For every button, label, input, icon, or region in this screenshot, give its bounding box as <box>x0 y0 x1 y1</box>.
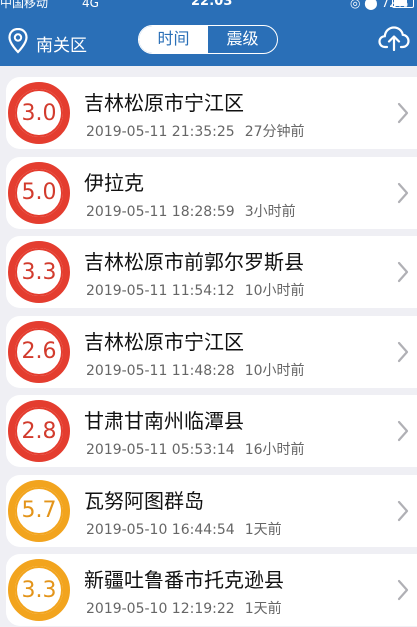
location-pin-icon[interactable] <box>8 28 28 54</box>
quake-datetime: 2019-05-11 11:48:28 <box>86 362 235 379</box>
carrier-label: 中国移动 <box>0 0 49 10</box>
region-label[interactable]: 南关区 <box>36 31 87 56</box>
chevron-right-icon <box>397 500 409 521</box>
location-name: 新疆吐鲁番市托克逊县 <box>84 568 284 592</box>
quake-meta: 2019-05-11 18:28:59 3小时前 <box>86 201 296 221</box>
clock: 22:03 <box>191 0 233 9</box>
quake-datetime: 2019-05-10 12:19:22 <box>86 601 235 617</box>
magnitude-badge: 3.3 <box>8 559 70 621</box>
quake-datetime: 2019-05-11 11:54:12 <box>86 283 235 299</box>
quake-datetime: 2019-05-11 18:28:59 <box>86 203 235 220</box>
battery-level <box>394 0 407 6</box>
quake-time-ago: 16小时前 <box>244 442 305 458</box>
earthquake-row[interactable]: 3.0 吉林松原市宁江区 2019-05-11 21:35:25 27分钟前 <box>6 77 417 149</box>
status-bar: 中国移动 4G 22:03 ◎ ⬤ 72% <box>0 0 417 14</box>
tab-time[interactable]: 时间 <box>139 26 208 53</box>
quake-meta: 2019-05-10 16:44:54 1天前 <box>86 519 282 539</box>
quake-datetime: 2019-05-11 21:35:25 <box>86 124 235 140</box>
sort-segmented-control: 时间 震级 <box>138 25 278 54</box>
quake-time-ago: 1天前 <box>244 521 282 538</box>
tab-magnitude[interactable]: 震级 <box>208 26 277 53</box>
location-name: 伊拉克 <box>84 170 144 195</box>
chevron-right-icon <box>397 261 409 283</box>
magnitude-value: 5.7 <box>15 486 63 535</box>
quake-meta: 2019-05-10 12:19:22 1天前 <box>86 598 282 618</box>
magnitude-value: 3.3 <box>15 248 63 296</box>
location-name: 吉林松原市前郭尔罗斯县 <box>84 250 304 274</box>
quake-time-ago: 27分钟前 <box>244 124 305 140</box>
magnitude-value: 3.0 <box>15 89 63 137</box>
chevron-right-icon <box>397 420 409 442</box>
magnitude-value: 5.0 <box>15 168 63 217</box>
app-header: 中国移动 4G 22:03 ◎ ⬤ 72% 南关区 时间 震级 <box>0 0 417 66</box>
magnitude-badge: 3.3 <box>8 241 70 303</box>
magnitude-badge: 3.0 <box>8 82 70 144</box>
earthquake-row[interactable]: 2.6 吉林松原市宁江区 2019-05-11 11:48:28 10小时前 <box>6 315 417 388</box>
location-name: 瓦努阿图群岛 <box>84 488 204 513</box>
magnitude-value: 3.3 <box>15 566 63 614</box>
earthquake-row[interactable]: 5.0 伊拉克 2019-05-11 18:28:59 3小时前 <box>6 156 417 229</box>
quake-meta: 2019-05-11 11:54:12 10小时前 <box>86 280 305 300</box>
quake-time-ago: 10小时前 <box>244 362 305 379</box>
location-name: 吉林松原市宁江区 <box>84 329 244 354</box>
earthquake-row[interactable]: 5.7 瓦努阿图群岛 2019-05-10 16:44:54 1天前 <box>6 474 417 547</box>
chevron-right-icon <box>397 341 409 362</box>
quake-meta: 2019-05-11 05:53:14 16小时前 <box>86 439 305 459</box>
magnitude-value: 2.8 <box>15 407 63 455</box>
chevron-right-icon <box>397 182 409 203</box>
earthquake-row[interactable]: 3.3 新疆吐鲁番市托克逊县 2019-05-10 12:19:22 1天前 <box>6 554 417 626</box>
quake-time-ago: 1天前 <box>244 601 282 617</box>
magnitude-badge: 5.7 <box>8 479 70 542</box>
cloud-upload-icon[interactable] <box>378 25 410 51</box>
quake-datetime: 2019-05-10 16:44:54 <box>86 521 235 538</box>
magnitude-value: 2.6 <box>15 327 63 376</box>
quake-meta: 2019-05-11 21:35:25 27分钟前 <box>86 121 305 141</box>
quake-time-ago: 10小时前 <box>244 283 305 299</box>
battery-icon <box>392 0 414 8</box>
magnitude-badge: 2.8 <box>8 400 70 462</box>
quake-datetime: 2019-05-11 05:53:14 <box>86 442 235 458</box>
network-label: 4G <box>82 0 99 10</box>
chevron-right-icon <box>397 579 409 601</box>
earthquake-row[interactable]: 3.3 吉林松原市前郭尔罗斯县 2019-05-11 11:54:12 10小时前 <box>6 236 417 308</box>
quake-time-ago: 3小时前 <box>244 203 296 220</box>
magnitude-badge: 5.0 <box>8 161 70 224</box>
magnitude-badge: 2.6 <box>8 320 70 383</box>
chevron-right-icon <box>397 102 409 124</box>
location-name: 甘肃甘南州临潭县 <box>84 409 244 433</box>
earthquake-row[interactable]: 2.8 甘肃甘南州临潭县 2019-05-11 05:53:14 16小时前 <box>6 395 417 467</box>
location-name: 吉林松原市宁江区 <box>84 91 244 115</box>
quake-meta: 2019-05-11 11:48:28 10小时前 <box>86 360 305 380</box>
